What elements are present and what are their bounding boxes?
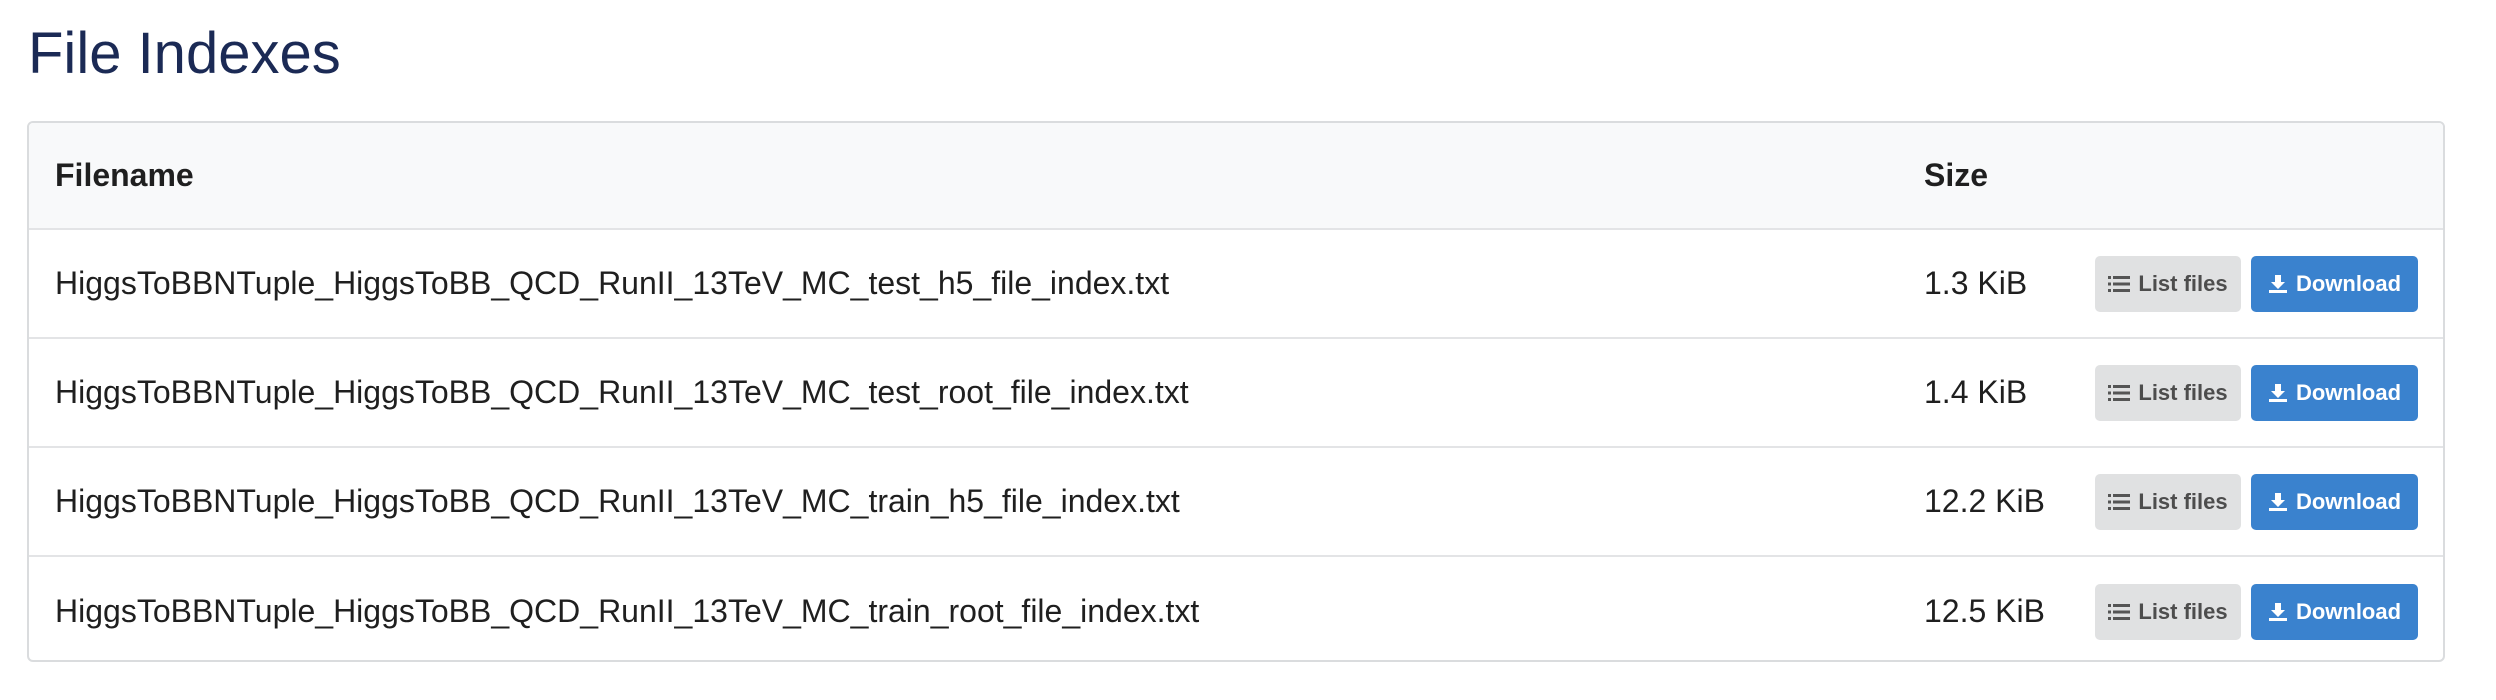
list-files-label: List files <box>2138 379 2228 405</box>
size-cell: 12.5 KiB <box>1924 557 2045 660</box>
list-files-button[interactable]: List files <box>2095 473 2241 530</box>
header-size: Size <box>1924 157 1989 193</box>
size-text: 1.4 KiB <box>1924 374 2028 410</box>
list-files-label: List files <box>2138 488 2228 514</box>
filename-cell: HiggsToBBNTuple_HiggsToBB_QCD_RunII_13Te… <box>55 557 1200 660</box>
page: File Indexes Filename Size HiggsToBBNTup… <box>0 0 2496 700</box>
filename-text: HiggsToBBNTuple_HiggsToBB_QCD_RunII_13Te… <box>55 483 1180 519</box>
list-icon <box>2108 493 2131 511</box>
list-files-label: List files <box>2138 270 2228 296</box>
filename-cell: HiggsToBBNTuple_HiggsToBB_QCD_RunII_13Te… <box>55 339 1189 446</box>
actions-cell: List files Download <box>2095 339 2418 446</box>
download-button[interactable]: Download <box>2251 364 2418 421</box>
list-icon <box>2108 275 2131 293</box>
download-button[interactable]: Download <box>2251 255 2418 312</box>
size-cell: 1.4 KiB <box>1924 339 2027 446</box>
size-text: 12.2 KiB <box>1924 483 2045 519</box>
download-label: Download <box>2295 488 2402 514</box>
download-icon <box>2268 602 2288 622</box>
file-index-table: Filename Size HiggsToBBNTuple_HiggsToBB_… <box>27 121 2445 662</box>
download-label: Download <box>2295 598 2402 624</box>
list-files-button[interactable]: List files <box>2095 364 2241 421</box>
table-row: HiggsToBBNTuple_HiggsToBB_QCD_RunII_13Te… <box>29 230 2443 339</box>
download-icon <box>2268 274 2288 294</box>
download-icon <box>2268 492 2288 512</box>
table-row: HiggsToBBNTuple_HiggsToBB_QCD_RunII_13Te… <box>29 448 2443 557</box>
filename-text: HiggsToBBNTuple_HiggsToBB_QCD_RunII_13Te… <box>55 374 1189 410</box>
size-text: 1.3 KiB <box>1924 265 2028 301</box>
actions-cell: List files Download <box>2095 230 2418 337</box>
size-cell: 1.3 KiB <box>1924 230 2027 337</box>
filename-text: HiggsToBBNTuple_HiggsToBB_QCD_RunII_13Te… <box>55 265 1170 301</box>
download-label: Download <box>2295 270 2402 296</box>
table-header: Filename Size <box>29 123 2443 230</box>
table-row: HiggsToBBNTuple_HiggsToBB_QCD_RunII_13Te… <box>29 339 2443 448</box>
download-label: Download <box>2295 379 2402 405</box>
list-icon <box>2108 384 2131 402</box>
download-button[interactable]: Download <box>2251 473 2418 530</box>
filename-text: HiggsToBBNTuple_HiggsToBB_QCD_RunII_13Te… <box>55 593 1200 629</box>
actions-cell: List files Download <box>2095 448 2418 555</box>
list-icon <box>2108 603 2131 621</box>
filename-cell: HiggsToBBNTuple_HiggsToBB_QCD_RunII_13Te… <box>55 448 1180 555</box>
table-row: HiggsToBBNTuple_HiggsToBB_QCD_RunII_13Te… <box>29 557 2443 660</box>
page-title: File Indexes <box>28 21 341 86</box>
download-button[interactable]: Download <box>2251 583 2418 640</box>
download-icon <box>2268 383 2288 403</box>
filename-cell: HiggsToBBNTuple_HiggsToBB_QCD_RunII_13Te… <box>55 230 1169 337</box>
list-files-label: List files <box>2138 598 2228 624</box>
size-cell: 12.2 KiB <box>1924 448 2045 555</box>
list-files-button[interactable]: List files <box>2095 583 2241 640</box>
header-filename: Filename <box>55 157 194 193</box>
list-files-button[interactable]: List files <box>2095 255 2241 312</box>
size-text: 12.5 KiB <box>1924 593 2045 629</box>
actions-cell: List files Download <box>2095 557 2418 660</box>
